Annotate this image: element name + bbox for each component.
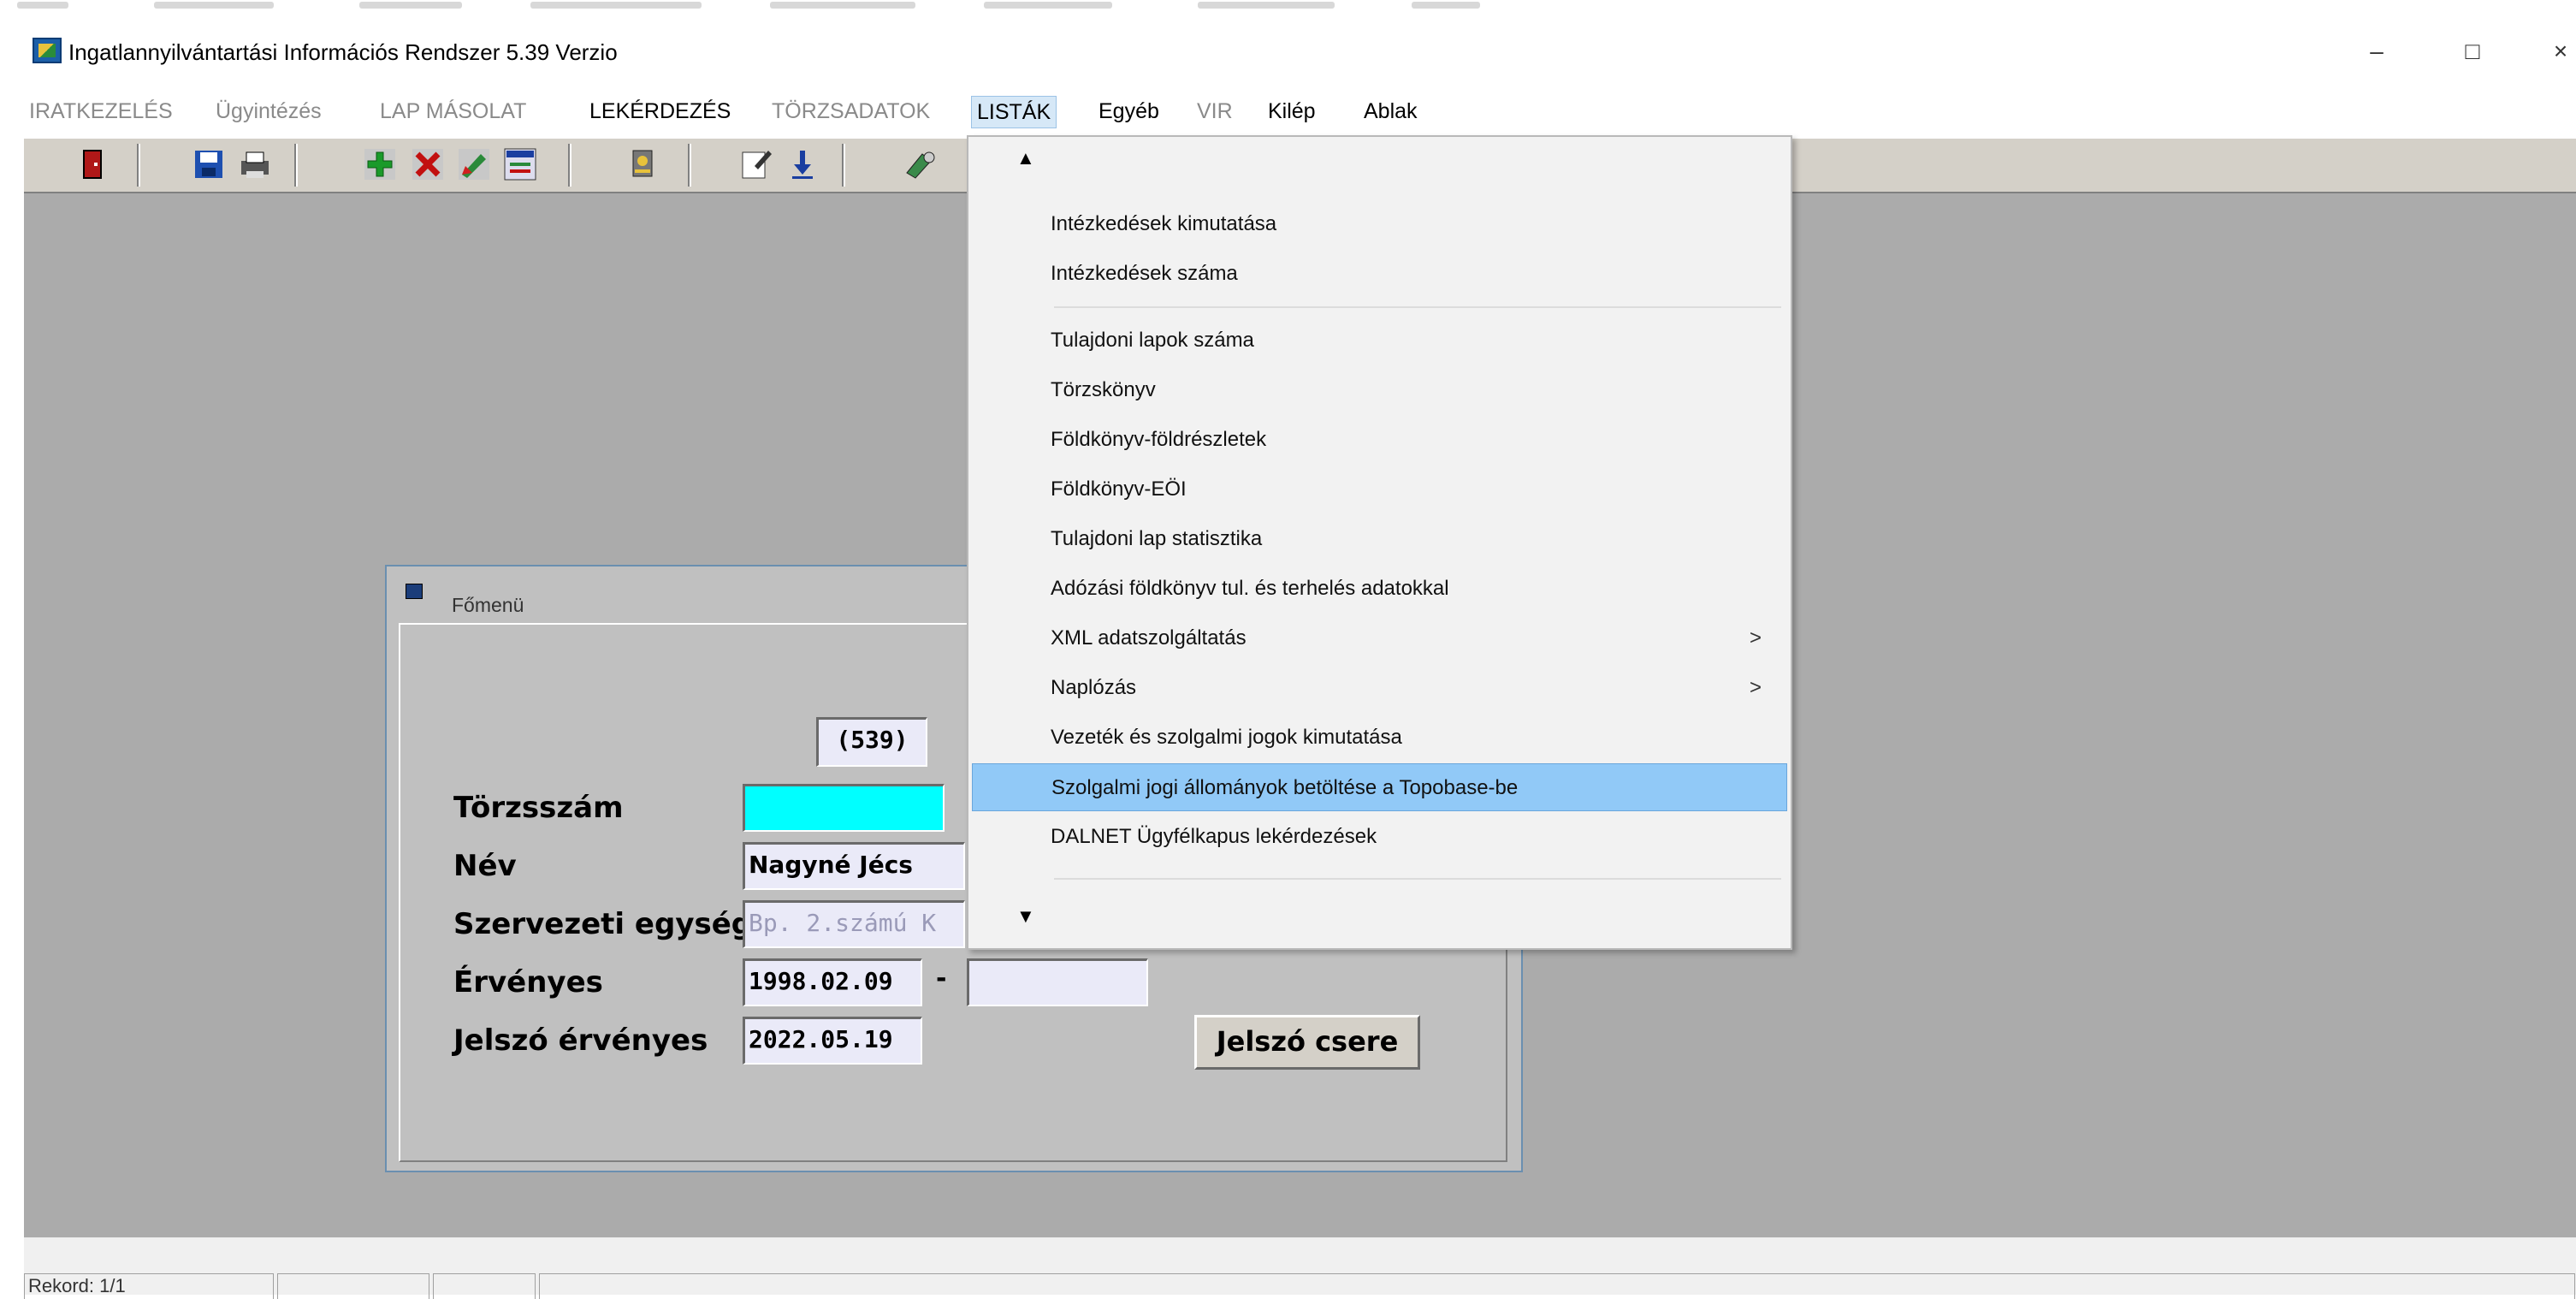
menu-lap-masolat[interactable]: LAP MÁSOLAT [375, 96, 531, 127]
szervezeti-egyseg-field: Bp. 2.számú K [743, 900, 965, 948]
menu-item-foldkonyv-foldreszletek[interactable]: Földkönyv-földrészletek [972, 416, 1787, 464]
status-cell [433, 1273, 536, 1299]
delete-record-icon[interactable] [411, 147, 445, 181]
menu-item-intezkedesek-szama[interactable]: Intézkedések száma [972, 250, 1787, 298]
download-icon[interactable] [785, 147, 820, 181]
menu-torzsadatok[interactable]: TÖRZSADATOK [767, 96, 935, 127]
menu-separator [1054, 306, 1781, 308]
edit-record-icon[interactable] [457, 147, 491, 181]
submenu-arrow-icon: > [1749, 676, 1762, 699]
background-app-strip [0, 0, 2576, 19]
menu-item-torzskonyv[interactable]: Törzskönyv [972, 366, 1787, 414]
jelszo-ervenyes-label: Jelszó érvényes [453, 1023, 708, 1058]
exit-door-icon[interactable] [75, 147, 110, 181]
menu-separator [1054, 878, 1781, 880]
menu-item-szolgalmi-topobase[interactable]: Szolgalmi jogi állományok betöltése a To… [972, 763, 1787, 811]
status-cell [277, 1273, 429, 1299]
toolbar-separator [568, 144, 571, 187]
menu-listak[interactable]: LISTÁK [971, 96, 1057, 128]
nev-field[interactable]: Nagyné Jécs [743, 842, 965, 890]
menu-item-tulajdoni-lapok-szama[interactable]: Tulajdoni lapok száma [972, 317, 1787, 365]
window-menu-icon[interactable] [406, 584, 423, 599]
status-cell [539, 1273, 2575, 1299]
add-record-icon[interactable] [363, 147, 397, 181]
toolbar-separator [137, 144, 140, 187]
menu-item-dalnet-ugyfelkapus[interactable]: DALNET Ügyfélkapus lekérdezések [972, 813, 1787, 861]
menu-ugyintezes[interactable]: Ügyintézés [210, 96, 327, 127]
ervenyes-dash: - [936, 964, 947, 994]
submenu-arrow-icon: > [1749, 626, 1762, 650]
scroll-up-arrow[interactable]: ▲ [1016, 147, 1035, 169]
menu-item-label: Naplózás [1051, 676, 1137, 699]
print-icon[interactable] [238, 147, 272, 181]
menu-item-label: XML adatszolgáltatás [1051, 626, 1247, 650]
menu-bar: IRATKEZELÉS Ügyintézés LAP MÁSOLAT LEKÉR… [24, 87, 2576, 132]
main-menu-title: Főmenü [452, 594, 524, 616]
menu-item-vezetek-szolgalmi-jogok[interactable]: Vezeték és szolgalmi jogok kimutatása [972, 714, 1787, 762]
form-icon[interactable] [503, 147, 537, 181]
version-badge: (539) [816, 717, 927, 767]
menu-kilep[interactable]: Kilép [1263, 96, 1321, 127]
menu-iratkezeles[interactable]: IRATKEZELÉS [24, 96, 178, 127]
menu-item-foldkonyv-eoi[interactable]: Földkönyv-EÖI [972, 466, 1787, 513]
window-title: Ingatlannyilvántartási Információs Rends… [68, 39, 618, 65]
listak-dropdown-menu: ▲ Intézkedések kimutatása Intézkedések s… [967, 135, 1792, 950]
ervenyes-from-field[interactable]: 1998.02.09 [743, 958, 922, 1006]
menu-item-adozasi-foldkonyv[interactable]: Adózási földkönyv tul. és terhelés adato… [972, 565, 1787, 613]
szervezeti-egyseg-label: Szervezeti egység [453, 907, 753, 941]
menu-item-tulajdoni-lap-statisztika[interactable]: Tulajdoni lap statisztika [972, 515, 1787, 563]
nev-label: Név [453, 849, 517, 883]
ervenyes-label: Érvényes [453, 965, 603, 999]
status-bar: Rekord: 1/1 [24, 1237, 2576, 1299]
save-icon[interactable] [192, 147, 226, 181]
scroll-down-arrow[interactable]: ▼ [1016, 905, 1035, 928]
minimize-button[interactable]: – [2351, 34, 2402, 68]
tool-icon[interactable] [903, 147, 938, 181]
record-indicator: Rekord: 1/1 [24, 1273, 274, 1299]
torzsszam-input[interactable] [743, 784, 945, 832]
jelszo-ervenyes-field: 2022.05.19 [743, 1017, 922, 1065]
menu-item-intezkedesek-kimutatasa[interactable]: Intézkedések kimutatása [972, 200, 1787, 248]
title-bar: Ingatlannyilvántartási Információs Rends… [24, 26, 2576, 77]
menu-ablak[interactable]: Ablak [1359, 96, 1423, 127]
notes-icon[interactable] [739, 147, 773, 181]
toolbar-separator [842, 144, 845, 187]
toolbar-separator [688, 144, 691, 187]
close-button[interactable]: × [2543, 34, 2576, 68]
maximize-button[interactable]: □ [2447, 34, 2498, 68]
app-icon [33, 38, 62, 63]
torzsszam-label: Törzsszám [453, 791, 624, 825]
password-change-button[interactable]: Jelszó csere [1194, 1015, 1420, 1070]
key-icon[interactable] [626, 147, 660, 181]
toolbar-separator [294, 144, 298, 187]
menu-item-xml-adatszolgaltatas[interactable]: XML adatszolgáltatás > [972, 614, 1787, 662]
menu-vir[interactable]: VIR [1192, 96, 1238, 127]
menu-lekerdezes[interactable]: LEKÉRDEZÉS [584, 96, 736, 127]
menu-egyeb[interactable]: Egyéb [1093, 96, 1164, 127]
ervenyes-to-field[interactable] [967, 958, 1148, 1006]
menu-item-naplozas[interactable]: Naplózás > [972, 664, 1787, 712]
